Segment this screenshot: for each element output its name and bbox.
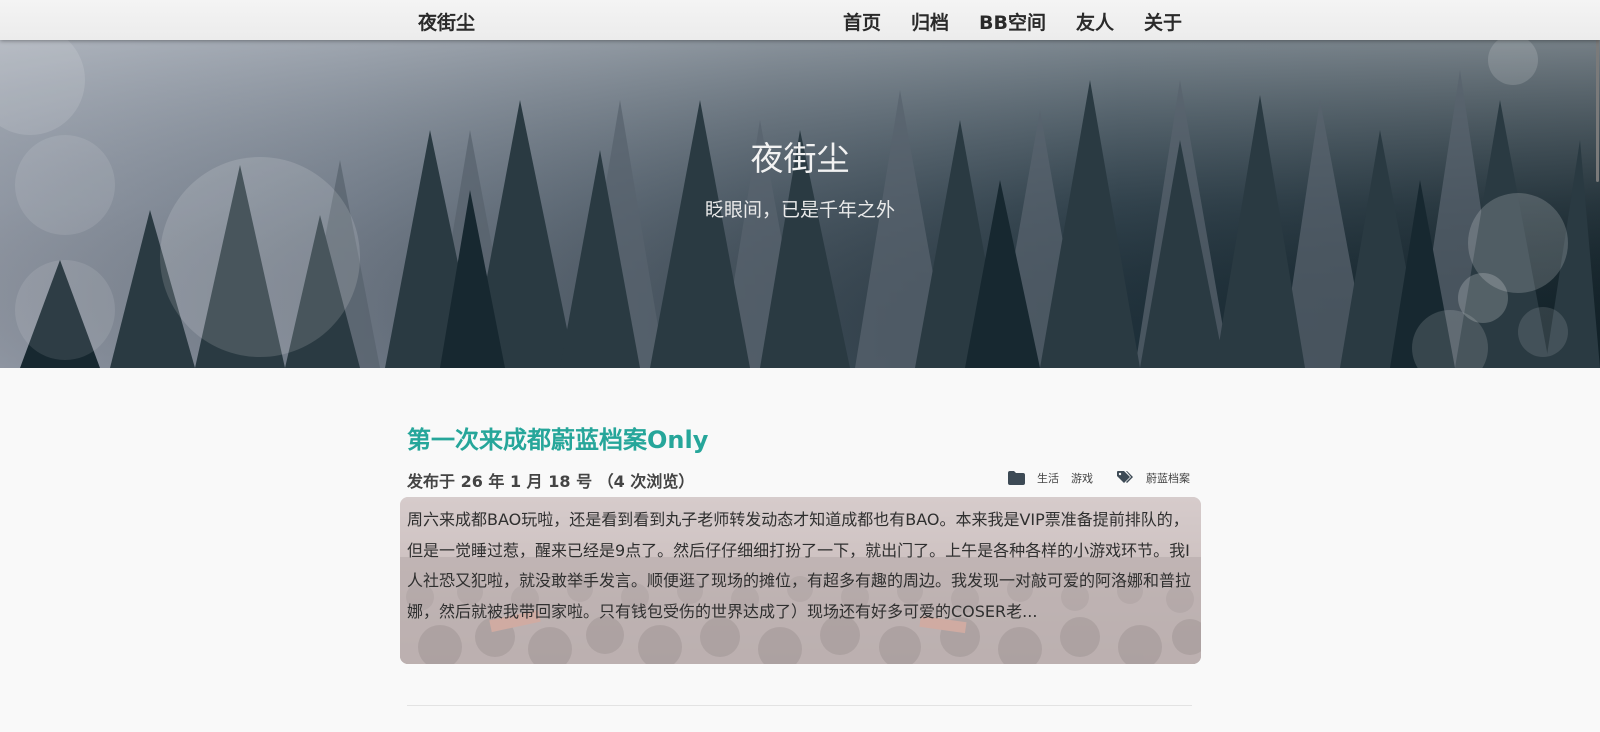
hero-subtitle: 眨眼间，已是千年之外: [704, 199, 895, 221]
folder-icon: [1008, 471, 1025, 485]
nav-archive[interactable]: 归档: [911, 8, 949, 35]
post-date: 发布于 26 年 1 月 18 号 （4 次浏览）: [407, 472, 695, 491]
nav-home[interactable]: 首页: [843, 8, 881, 35]
post-categories: 生活 游戏: [1008, 470, 1093, 486]
nav-friends[interactable]: 友人: [1076, 8, 1114, 35]
top-navbar: 夜街尘 首页 归档 BB空间 友人 关于: [0, 0, 1600, 40]
tags-icon: [1117, 470, 1133, 483]
category-link-game[interactable]: 游戏: [1071, 470, 1093, 486]
post-tags: 蔚蓝档案: [1117, 470, 1190, 486]
nav-bb-space[interactable]: BB空间: [979, 8, 1046, 35]
post-title-link[interactable]: 第一次来成都蔚蓝档案Only: [407, 420, 708, 455]
site-brand[interactable]: 夜街尘: [418, 8, 475, 35]
category-link-life[interactable]: 生活: [1037, 470, 1059, 486]
main-nav: 首页 归档 BB空间 友人 关于: [843, 8, 1182, 35]
post-divider: [407, 705, 1192, 706]
post-excerpt-card[interactable]: 周六来成都BAO玩啦，还是看到看到丸子老师转发动态才知道成都也有BAO。本来我是…: [400, 497, 1201, 664]
hero-title: 夜街尘: [750, 139, 850, 178]
post-meta: 生活 游戏 蔚蓝档案: [1008, 470, 1190, 486]
post-excerpt-text: 周六来成都BAO玩啦，还是看到看到丸子老师转发动态才知道成都也有BAO。本来我是…: [407, 510, 1192, 621]
scrollbar[interactable]: [1594, 0, 1600, 732]
tag-link-blue-archive[interactable]: 蔚蓝档案: [1146, 470, 1190, 486]
hero-banner: 夜街尘 眨眼间，已是千年之外: [0, 40, 1600, 368]
nav-about[interactable]: 关于: [1144, 8, 1182, 35]
